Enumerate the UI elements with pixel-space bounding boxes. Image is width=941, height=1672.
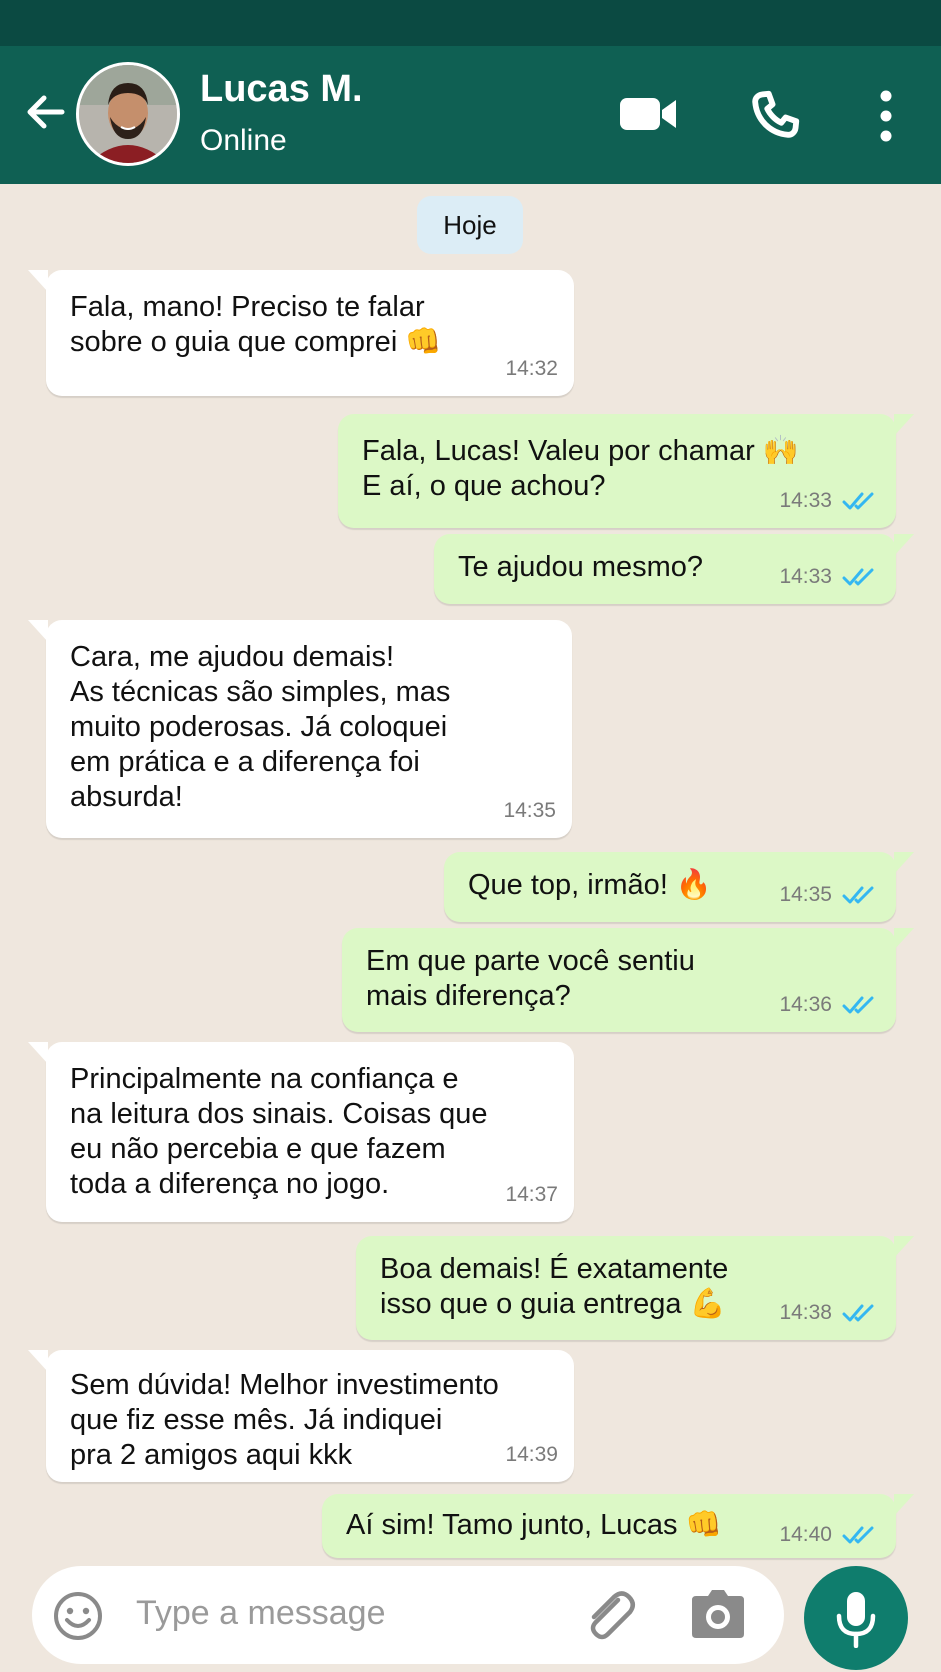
message-text: Cara, me ajudou demais! As técnicas são … (70, 641, 451, 813)
message-outgoing[interactable]: Aí sim! Tamo junto, Lucas 👊 14:40 (322, 1494, 914, 1558)
message-time: 14:36 (779, 993, 832, 1016)
double-check-icon (842, 886, 874, 903)
message-incoming[interactable]: Principalmente na confiança e na leitura… (28, 1042, 574, 1222)
chat-header: Lucas M. Online (0, 46, 941, 184)
message-meta: 14:40 (779, 1517, 880, 1552)
message-outgoing[interactable]: Te ajudou mesmo? 14:33 (434, 534, 914, 604)
message-incoming[interactable]: Fala, mano! Preciso te falar sobre o gui… (28, 270, 574, 396)
phone-icon[interactable] (746, 86, 804, 144)
back-arrow-icon[interactable] (22, 88, 70, 136)
message-composer: Type a message (32, 1566, 784, 1664)
message-input[interactable]: Type a message (136, 1594, 385, 1633)
contact-status: Online (200, 124, 287, 157)
message-time: 14:33 (779, 565, 832, 588)
message-text: Fala, mano! Preciso te falar sobre o gui… (70, 291, 442, 358)
message-text: Sem dúvida! Melhor investimento que fiz … (70, 1369, 499, 1471)
avatar[interactable] (76, 62, 180, 166)
message-incoming[interactable]: Cara, me ajudou demais! As técnicas são … (28, 620, 572, 838)
message-meta: 14:37 (505, 1177, 558, 1212)
camera-icon[interactable] (690, 1590, 746, 1640)
double-check-icon (842, 1526, 874, 1543)
double-check-icon (842, 996, 874, 1013)
message-meta: 14:36 (779, 987, 880, 1022)
message-outgoing[interactable]: Fala, Lucas! Valeu por chamar 🙌 E aí, o … (338, 414, 914, 528)
message-time: 14:40 (779, 1523, 832, 1546)
message-meta: 14:33 (779, 483, 880, 518)
emoji-icon[interactable] (52, 1590, 104, 1642)
double-check-icon (842, 1304, 874, 1321)
paperclip-icon[interactable] (580, 1586, 640, 1646)
message-time: 14:35 (503, 799, 556, 822)
message-meta: 14:35 (779, 877, 880, 912)
message-outgoing[interactable]: Que top, irmão! 🔥 14:35 (444, 852, 914, 922)
message-time: 14:35 (779, 883, 832, 906)
more-options-icon[interactable] (872, 86, 900, 146)
message-outgoing[interactable]: Boa demais! É exatamente isso que o guia… (356, 1236, 914, 1340)
message-incoming[interactable]: Sem dúvida! Melhor investimento que fiz … (28, 1350, 574, 1482)
status-bar (0, 0, 941, 46)
message-text: Principalmente na confiança e na leitura… (70, 1063, 488, 1200)
message-meta: 14:33 (779, 559, 880, 594)
message-time: 14:37 (505, 1183, 558, 1206)
message-meta: 14:35 (503, 793, 556, 828)
date-divider: Hoje (417, 196, 523, 254)
message-meta: 14:38 (779, 1295, 880, 1330)
video-call-icon[interactable] (618, 86, 680, 142)
message-time: 14:39 (505, 1443, 558, 1466)
message-outgoing[interactable]: Em que parte você sentiu mais diferença?… (342, 928, 914, 1032)
double-check-icon (842, 568, 874, 585)
microphone-icon (836, 1592, 876, 1648)
message-time: 14:38 (779, 1301, 832, 1324)
contact-name[interactable]: Lucas M. (200, 68, 363, 111)
message-meta: 14:32 (505, 351, 558, 386)
message-meta: 14:39 (505, 1437, 558, 1472)
message-time: 14:33 (779, 489, 832, 512)
microphone-button[interactable] (804, 1566, 908, 1670)
double-check-icon (842, 492, 874, 509)
message-time: 14:32 (505, 357, 558, 380)
